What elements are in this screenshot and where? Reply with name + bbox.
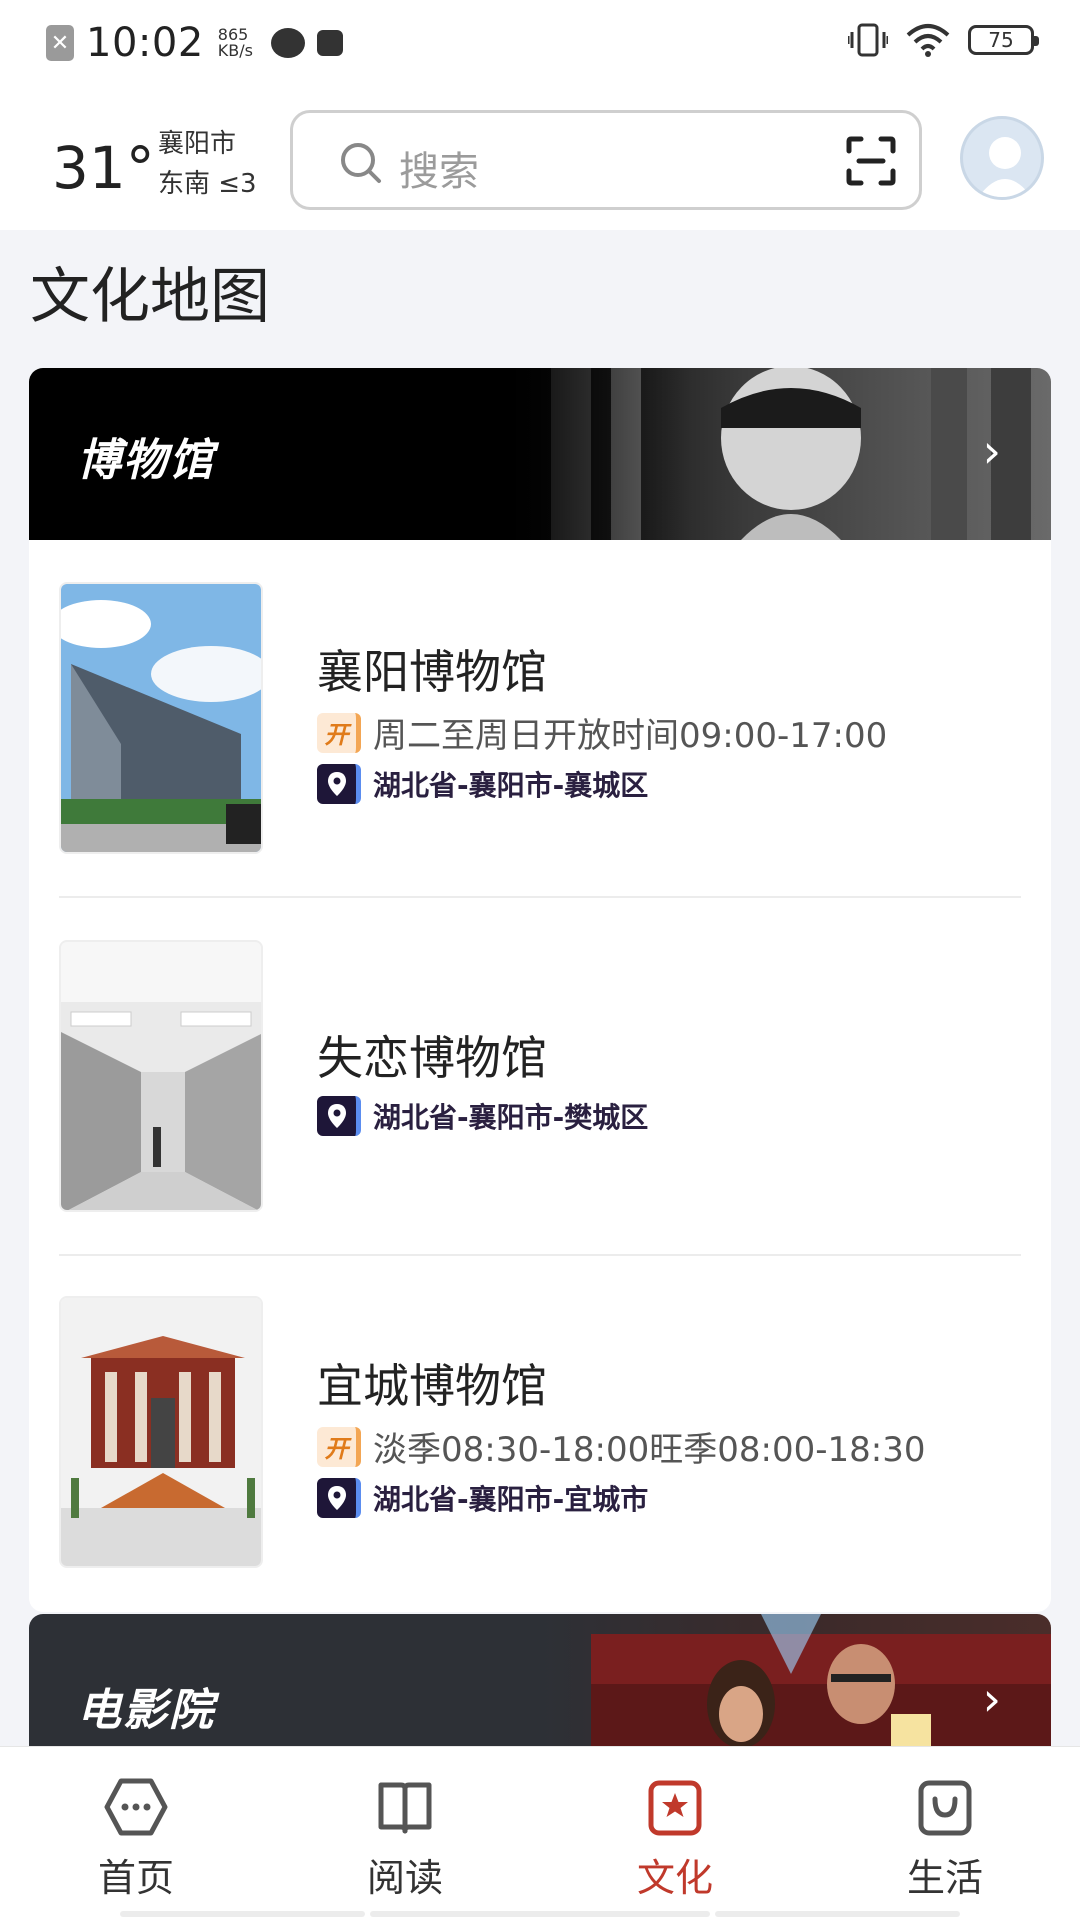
divider [59,896,1021,898]
museum-photo [59,582,263,854]
nav-home[interactable]: 首页 [66,1777,206,1902]
star-badge-icon [648,1780,702,1836]
nav-label: 首页 [97,1856,174,1900]
chevron-right-icon[interactable]: › [983,424,1001,478]
bag-icon [918,1780,972,1836]
list-item[interactable]: 襄阳博物馆 开 周二至周日开放时间09:00-17:00 湖北省-襄阳市-襄城区 [59,582,1021,854]
app-notification-icon [270,28,305,58]
statue-image [491,368,1031,540]
wifi-icon [906,24,950,57]
weather-city: 襄阳市 [158,129,237,159]
cinema-banner[interactable]: 电影院 › [29,1614,1051,1746]
gesture-bar [370,1911,710,1917]
museum-address: 湖北省-襄阳市-襄城区 [317,764,648,804]
museum-address: 湖北省-襄阳市-樊城区 [317,1096,648,1136]
nav-label: 生活 [906,1856,983,1900]
scan-icon[interactable] [845,135,897,187]
book-icon [378,1782,432,1834]
nav-read[interactable]: 阅读 [335,1777,475,1902]
location-pin-icon [317,1478,361,1518]
museum-name: 襄阳博物馆 [317,645,547,699]
museum-photo [59,1296,263,1568]
museum-section-title: 博物馆 [77,435,215,486]
avatar[interactable] [960,116,1044,200]
museum-photo [59,940,263,1212]
open-hours-icon: 开 [317,712,361,753]
cinema-section: 电影院 › [29,1614,1051,1746]
search-placeholder: 搜索 [399,149,479,195]
museum-name: 宜城博物馆 [317,1359,547,1413]
weather-location: 襄阳市 东南 ≤3 [158,124,257,204]
gesture-bar [715,1911,960,1917]
search-icon [341,143,381,183]
weather-temperature: 31° [52,134,155,202]
nav-label: 阅读 [366,1856,443,1900]
cinema-image [591,1614,1051,1746]
network-speed: 865 KB/s [217,25,253,60]
bottom-nav: 首页 阅读 文化 生活 [0,1746,1080,1920]
location-pin-icon [317,764,361,804]
list-item[interactable]: 失恋博物馆 湖北省-襄阳市-樊城区 [59,940,1021,1212]
museum-hours: 开 淡季08:30-18:00旺季08:00-18:30 [317,1422,925,1471]
no-sim-icon: ✕ [46,25,74,61]
divider [59,1254,1021,1256]
nav-label: 文化 [636,1856,713,1900]
museum-name: 失恋博物馆 [317,1031,547,1085]
home-hexagon-icon [104,1778,168,1836]
chevron-right-icon[interactable]: › [983,1672,1001,1726]
page-title: 文化地图 [30,262,270,332]
location-pin-icon [317,1096,361,1136]
top-header: 31° 襄阳市 东南 ≤3 搜索 [0,90,1080,230]
cinema-section-title: 电影院 [77,1685,215,1736]
user-avatar-icon [978,137,1032,197]
search-bar[interactable]: 搜索 [290,110,922,210]
status-bar: ✕ 10:02 865 KB/s 75 [0,0,1080,90]
open-hours-icon: 开 [317,1426,361,1467]
battery-icon: 75 [968,25,1039,55]
museum-address: 湖北省-襄阳市-宜城市 [317,1478,648,1518]
gesture-bar [120,1911,365,1917]
weather-wind: 东南 ≤3 [158,169,257,199]
nav-life[interactable]: 生活 [875,1777,1015,1902]
status-time: 10:02 [86,20,204,66]
app-notification-square-icon [316,30,343,56]
museum-hours: 开 周二至周日开放时间09:00-17:00 [317,708,887,757]
nav-culture[interactable]: 文化 [605,1777,745,1902]
list-item[interactable]: 宜城博物馆 开 淡季08:30-18:00旺季08:00-18:30 湖北省-襄… [59,1296,1021,1568]
vibrate-icon [848,23,888,57]
museum-banner[interactable]: 博物馆 › [29,368,1051,540]
museum-section: 博物馆 › 襄阳博物馆 开 周二至周日开放时间09:00-17:00 湖北省-襄… [29,368,1051,1612]
